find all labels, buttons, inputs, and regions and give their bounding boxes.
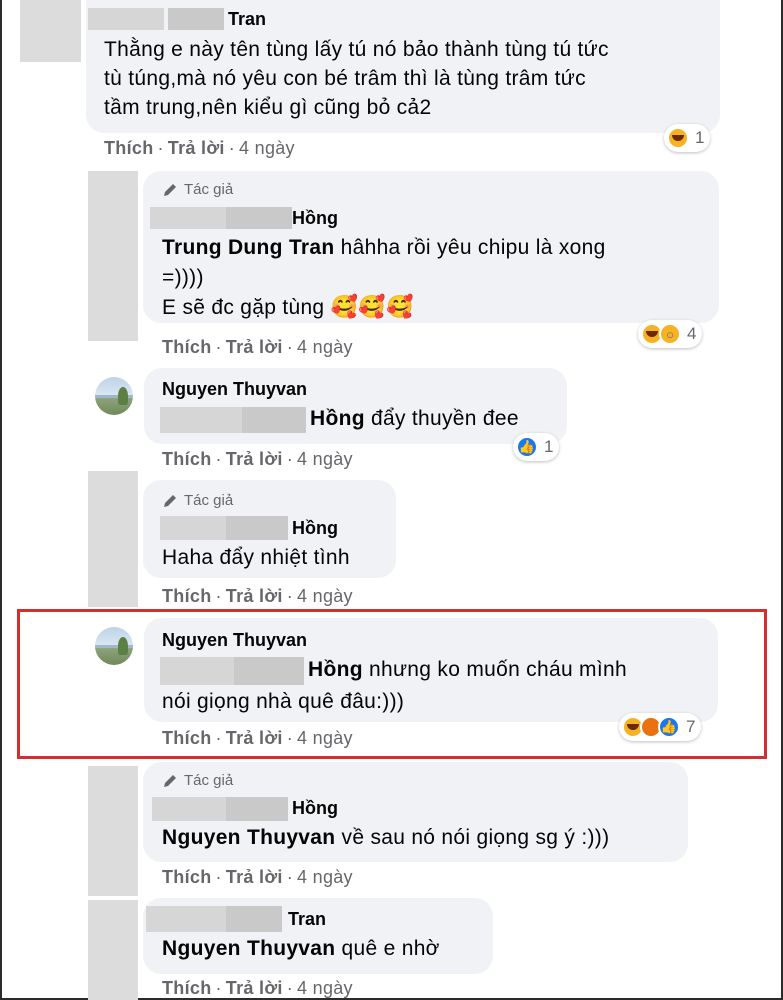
comment-text-line: Nguyen Thuyvan về sau nó nói giọng sg ý … bbox=[162, 826, 610, 849]
reply-button[interactable]: Trả lời bbox=[226, 728, 283, 748]
timestamp[interactable]: 4 ngày bbox=[297, 337, 353, 357]
reaction-count: 1 bbox=[544, 437, 554, 456]
redacted-name bbox=[226, 516, 288, 540]
comment-actions: Thích · Trả lời · 4 ngày bbox=[162, 867, 353, 887]
commenter-name[interactable]: Nguyen Thuyvan bbox=[162, 379, 307, 400]
comment-text-line: Hồng nhưng ko muốn cháu mình bbox=[308, 658, 627, 681]
mention-link[interactable]: Hồng bbox=[310, 407, 365, 430]
like-button[interactable]: Thích bbox=[162, 978, 212, 998]
like-button[interactable]: Thích bbox=[162, 586, 212, 606]
comment-actions: Thích · Trả lời · 4 ngày bbox=[104, 138, 295, 158]
reaction-summary[interactable]: 👍 1 bbox=[513, 433, 560, 461]
redacted-name bbox=[168, 8, 224, 30]
comment-text-line: E sẽ đc gặp tùng 🥰🥰🥰 bbox=[162, 294, 414, 320]
mention-link[interactable]: Nguyen Thuyvan bbox=[162, 826, 335, 849]
timestamp[interactable]: 4 ngày bbox=[297, 867, 353, 887]
comment-text-line: tù túng,mà nó yêu con bé trâm thì là tùn… bbox=[104, 67, 586, 90]
like-button[interactable]: Thích bbox=[162, 449, 212, 469]
redacted-name bbox=[160, 407, 242, 433]
redacted-name bbox=[160, 516, 226, 540]
comment-text-line: tầm trung,nên kiểu gì cũng bỏ cả2 bbox=[104, 96, 432, 119]
timestamp[interactable]: 4 ngày bbox=[297, 449, 353, 469]
reply-button[interactable]: Trả lời bbox=[226, 449, 283, 469]
redacted-name bbox=[160, 657, 234, 685]
comment-text-line: Nguyen Thuyvan quê e nhờ bbox=[162, 937, 440, 960]
reaction-count: 1 bbox=[695, 128, 705, 147]
avatar[interactable] bbox=[95, 627, 133, 665]
pen-icon bbox=[164, 183, 176, 196]
commenter-name[interactable]: Tran bbox=[228, 9, 266, 30]
avatar[interactable] bbox=[88, 900, 138, 1000]
reaction-summary[interactable]: 👍 7 bbox=[619, 713, 702, 741]
comment-text-line: Trung Dung Tran hâhha rồi yêu chipu là x… bbox=[162, 236, 606, 259]
comment-text-line: nói giọng nhà quê đâu:))) bbox=[162, 690, 405, 713]
reply-button[interactable]: Trả lời bbox=[226, 867, 283, 887]
avatar[interactable] bbox=[88, 766, 138, 896]
comment-text-line: =)))) bbox=[162, 266, 204, 289]
redacted-name bbox=[234, 657, 304, 685]
reply-button[interactable]: Trả lời bbox=[226, 978, 283, 998]
reply-button[interactable]: Trả lời bbox=[226, 337, 283, 357]
commenter-name[interactable]: Hồng bbox=[292, 208, 338, 229]
avatar[interactable] bbox=[95, 377, 133, 415]
comment-text-line: Haha đẩy nhiệt tình bbox=[162, 546, 350, 569]
timestamp[interactable]: 4 ngày bbox=[297, 586, 353, 606]
wow-icon: ○ bbox=[659, 323, 681, 345]
redacted-name bbox=[88, 8, 164, 30]
avatar[interactable] bbox=[88, 171, 138, 341]
reaction-count: 4 bbox=[687, 324, 697, 343]
redacted-name bbox=[242, 407, 306, 433]
redacted-name bbox=[226, 797, 288, 821]
like-button[interactable]: Thích bbox=[162, 867, 212, 887]
author-badge: Tác giả bbox=[162, 492, 233, 509]
commenter-name[interactable]: Hồng bbox=[292, 518, 338, 539]
mention-link[interactable]: Nguyen Thuyvan bbox=[162, 937, 335, 960]
mention-link[interactable]: Trung Dung Tran bbox=[162, 236, 335, 259]
avatar[interactable] bbox=[20, 0, 81, 62]
redacted-name bbox=[226, 906, 282, 932]
timestamp[interactable]: 4 ngày bbox=[239, 138, 295, 158]
reaction-count: 7 bbox=[686, 717, 696, 736]
reaction-summary[interactable]: ○ 4 bbox=[638, 320, 703, 348]
reply-button[interactable]: Trả lời bbox=[226, 586, 283, 606]
like-button[interactable]: Thích bbox=[162, 337, 212, 357]
pen-icon bbox=[164, 774, 176, 787]
comment-text-line: Thằng e này tên tùng lấy tú nó bảo thành… bbox=[104, 38, 609, 61]
commenter-name[interactable]: Tran bbox=[288, 909, 326, 930]
author-badge: Tác giả bbox=[162, 181, 233, 198]
avatar[interactable] bbox=[88, 471, 138, 607]
commenter-name[interactable]: Nguyen Thuyvan bbox=[162, 630, 307, 651]
like-icon: 👍 bbox=[516, 436, 538, 458]
redacted-name bbox=[226, 207, 292, 229]
author-badge: Tác giả bbox=[162, 772, 233, 789]
timestamp[interactable]: 4 ngày bbox=[297, 978, 353, 998]
mention-link[interactable]: Hồng bbox=[308, 658, 363, 681]
commenter-name[interactable]: Hồng bbox=[292, 798, 338, 819]
pen-icon bbox=[164, 494, 176, 507]
comment-actions: Thích · Trả lời · 4 ngày bbox=[162, 586, 353, 606]
redacted-name bbox=[146, 906, 226, 932]
redacted-name bbox=[150, 207, 226, 229]
comment-text-line: Hồng đẩy thuyền đee bbox=[310, 407, 519, 430]
comment-actions: Thích · Trả lời · 4 ngày bbox=[162, 449, 353, 469]
like-button[interactable]: Thích bbox=[104, 138, 154, 158]
smiling-hearts-emoji: 🥰🥰🥰 bbox=[330, 294, 414, 319]
comment-actions: Thích · Trả lời · 4 ngày bbox=[162, 337, 353, 357]
comment-actions: Thích · Trả lời · 4 ngày bbox=[162, 728, 353, 748]
reply-button[interactable]: Trả lời bbox=[168, 138, 225, 158]
comment-actions: Thích · Trả lời · 4 ngày bbox=[162, 978, 353, 998]
reaction-summary[interactable]: 1 bbox=[664, 124, 711, 152]
like-icon: 👍 bbox=[658, 716, 680, 738]
like-button[interactable]: Thích bbox=[162, 728, 212, 748]
haha-icon bbox=[667, 127, 689, 149]
timestamp[interactable]: 4 ngày bbox=[297, 728, 353, 748]
redacted-name bbox=[152, 797, 226, 821]
